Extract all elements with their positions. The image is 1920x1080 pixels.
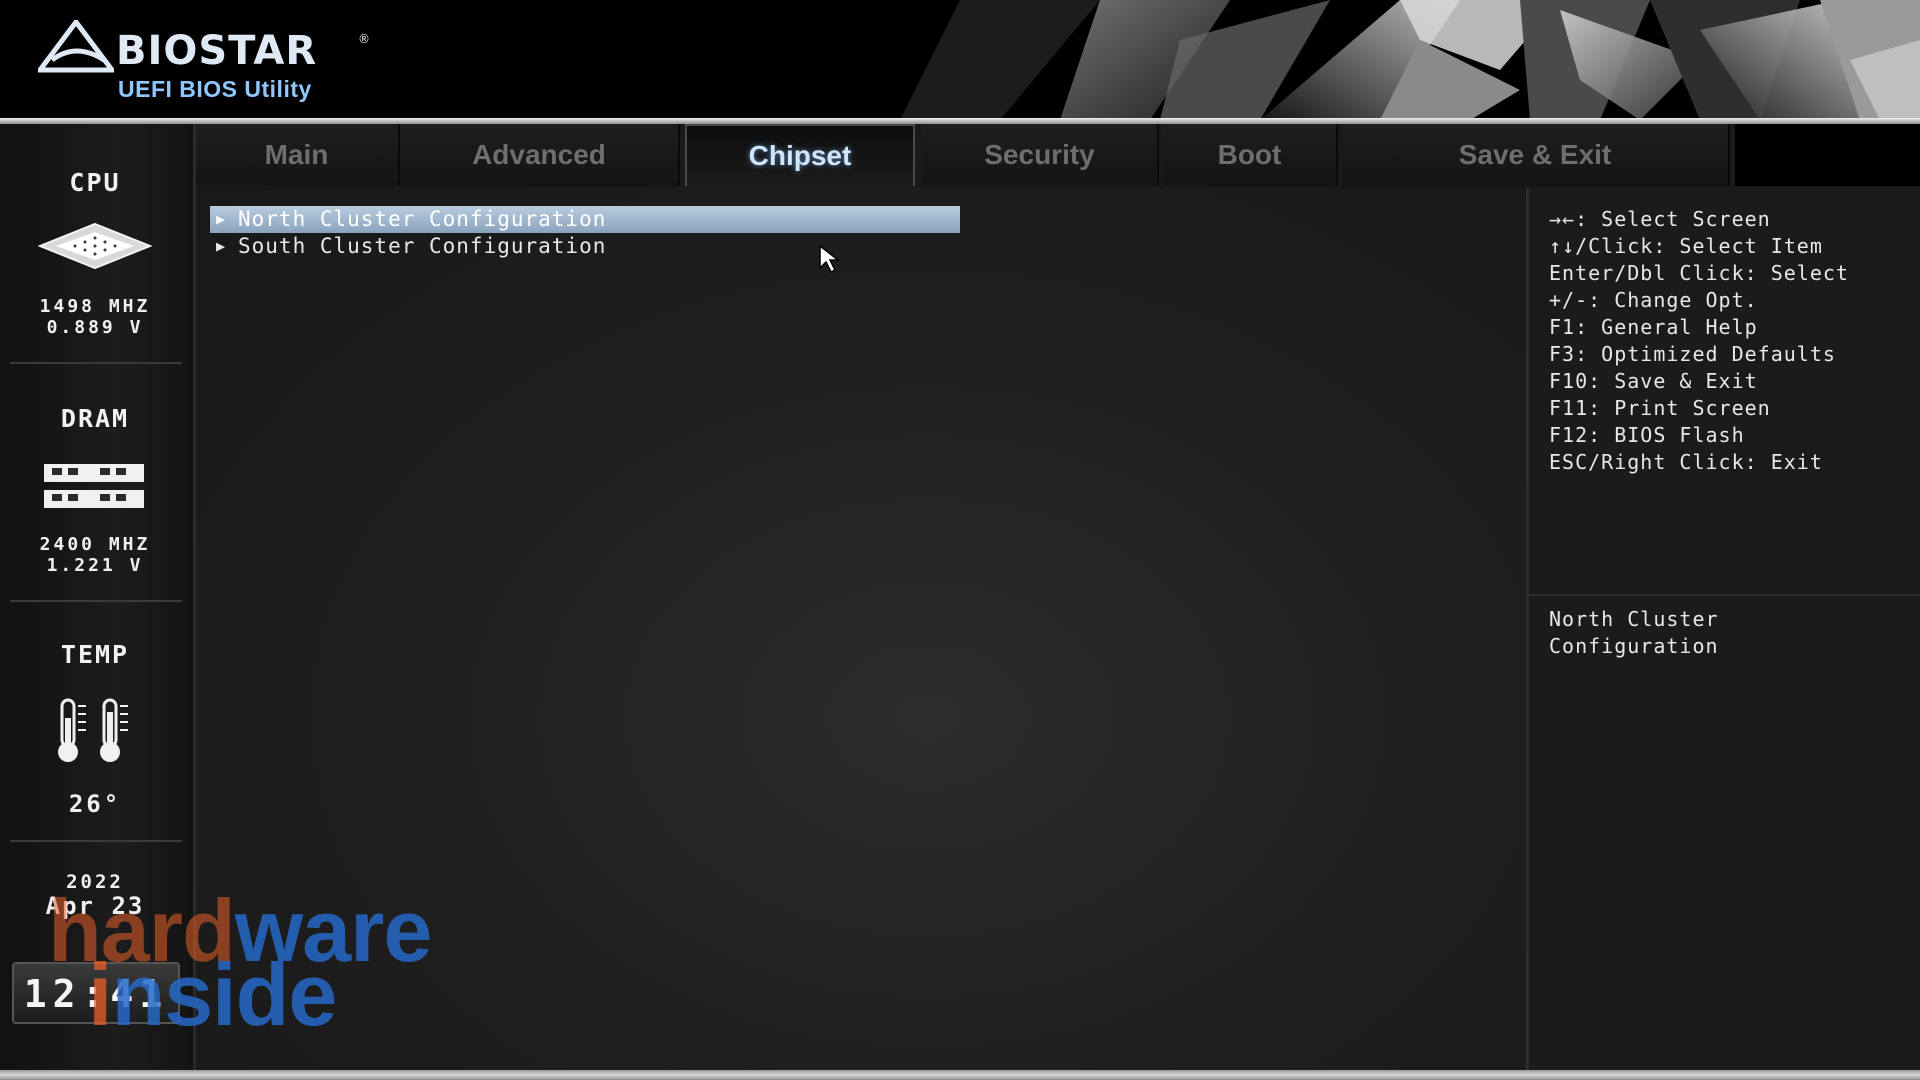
cpu-frequency: 1498 MHZ [39,296,151,317]
sidebar-divider [10,362,182,364]
help-panel: →←: Select Screen ↑↓/Click: Select Item … [1526,188,1920,1070]
tab-security[interactable]: Security [922,124,1159,186]
temp-value: 26° [68,790,122,818]
dram-voltage: 1.221 V [46,555,144,576]
cpu-title: CPU [69,168,121,197]
biostar-logo: BIOSTAR ® UEFI BIOS Utility [38,18,378,108]
help-key-line: +/-: Change Opt. [1549,288,1758,312]
mouse-cursor-icon [819,244,840,274]
dram-title: DRAM [60,404,130,433]
help-key-line: Enter/Dbl Click: Select [1549,261,1849,285]
memory-module-icon [44,464,144,508]
registered-mark: ® [358,32,370,46]
help-key-line: F3: Optimized Defaults [1549,342,1836,366]
thermometer-icon [58,698,128,762]
tab-bar: Main Advanced Chipset Security Boot Save… [195,124,1920,188]
tab-chipset[interactable]: Chipset [685,124,915,186]
header-banner: BIOSTAR ® UEFI BIOS Utility [0,0,1920,120]
main-content-area: ▶ North Cluster Configuration ▶ South Cl… [196,188,1526,1070]
menu-item-label: North Cluster Configuration [238,207,607,231]
submenu-arrow-icon: ▶ [216,237,227,255]
help-key-line: ESC/Right Click: Exit [1549,450,1823,474]
help-key-line: ↑↓/Click: Select Item [1549,234,1823,258]
cpu-voltage: 0.889 V [46,317,144,338]
sidebar-divider [10,840,182,842]
description-line: Configuration [1549,634,1719,658]
menu-item-north-cluster[interactable]: ▶ North Cluster Configuration [210,206,960,233]
date-month-day: Apr 23 [45,892,145,920]
menu-item-label: South Cluster Configuration [238,234,607,258]
tab-boot[interactable]: Boot [1163,124,1338,186]
tab-main[interactable]: Main [195,124,400,186]
item-description: North Cluster Configuration [1549,606,1719,660]
status-sidebar: CPU 1498 MHZ 0.889 V DRAM 2400 MHZ 1.221… [0,124,196,1070]
description-line: North Cluster [1549,607,1719,631]
dram-frequency: 2400 MHZ [39,534,151,555]
tab-save-exit[interactable]: Save & Exit [1342,124,1730,186]
help-key-line: F1: General Help [1549,315,1758,339]
clock-display: 12:41 [12,962,180,1024]
help-key-line: F12: BIOS Flash [1549,423,1745,447]
tab-advanced[interactable]: Advanced [400,124,680,186]
help-divider [1529,594,1920,596]
sidebar-divider [10,600,182,602]
help-key-line: F11: Print Screen [1549,396,1771,420]
tab-bar-filler [1735,124,1920,186]
date-year: 2022 [66,871,124,893]
submenu-arrow-icon: ▶ [216,210,227,228]
help-key-line: →←: Select Screen [1549,207,1771,231]
brand-name: BIOSTAR [116,28,318,74]
biostar-logo-icon [38,20,114,73]
key-help-list: →←: Select Screen ↑↓/Click: Select Item … [1549,206,1849,476]
help-key-line: F10: Save & Exit [1549,369,1758,393]
cpu-chip-icon [38,222,152,270]
bios-subtitle: UEFI BIOS Utility [118,76,312,102]
temp-title: TEMP [60,640,130,669]
bottom-bar [0,1070,1920,1080]
menu-item-south-cluster[interactable]: ▶ South Cluster Configuration [210,233,960,260]
clock-time: 12:41 [23,972,169,1016]
